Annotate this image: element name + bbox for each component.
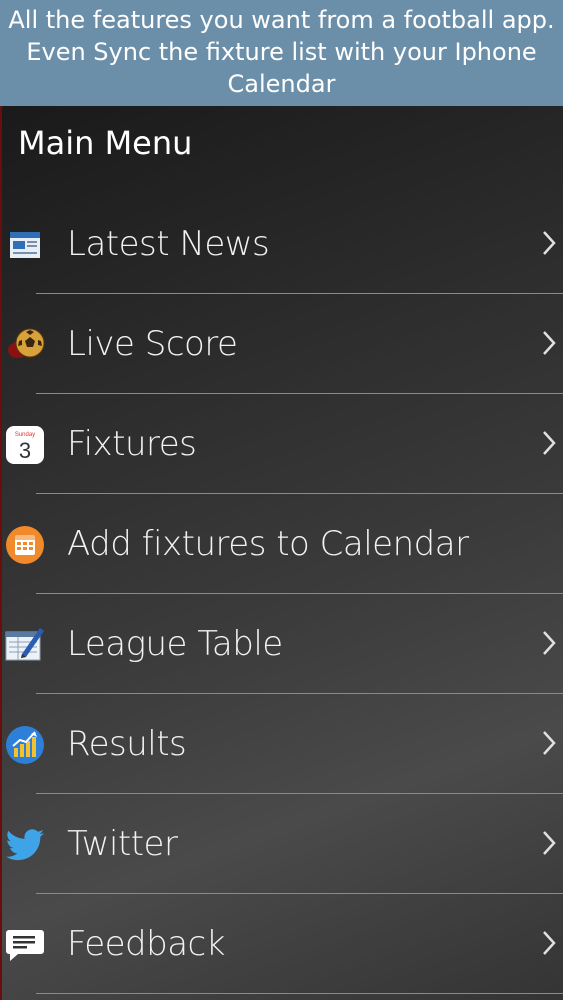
page-title: Main Menu — [18, 124, 193, 162]
chart-icon — [6, 726, 44, 764]
chevron-right-icon — [543, 731, 556, 755]
menu-item-label: League Table — [67, 624, 283, 664]
menu-item-add-fixtures-to-calendar[interactable]: Add fixtures to Calendar — [2, 494, 563, 594]
chevron-right-icon — [543, 231, 556, 255]
menu-item-live-score[interactable]: Live Score — [2, 294, 563, 394]
banner-line-2: Even Sync the fixture list with your Iph… — [26, 38, 537, 66]
menu-item-label: Latest News — [67, 224, 270, 264]
menu-item-twitter[interactable]: Twitter — [2, 794, 563, 894]
menu-item-results[interactable]: Results — [2, 694, 563, 794]
chevron-right-icon — [543, 331, 556, 355]
calendar-day-number: 3 — [19, 438, 31, 463]
menu-item-label: Fixtures — [67, 424, 197, 464]
menu-item-label: Add fixtures to Calendar — [67, 524, 469, 564]
main-menu-list: Latest News Live Score Sunday 3 Fixtures… — [2, 194, 563, 994]
menu-item-label: Feedback — [67, 924, 225, 964]
calendar-icon: Sunday 3 — [6, 426, 44, 464]
chevron-right-icon — [543, 631, 556, 655]
banner-line-3: Calendar — [227, 70, 336, 98]
promo-banner: All the features you want from a footbal… — [0, 0, 563, 106]
banner-line-1: All the features you want from a footbal… — [8, 6, 555, 34]
menu-item-label: Results — [67, 724, 187, 764]
football-icon — [8, 328, 45, 358]
menu-item-fixtures[interactable]: Sunday 3 Fixtures — [2, 394, 563, 494]
chevron-right-icon — [543, 931, 556, 955]
twitter-icon — [6, 829, 44, 861]
app-screen: Main Menu Latest News Live Score Sunday … — [0, 106, 563, 1000]
calendar-add-icon — [6, 526, 44, 564]
menu-item-latest-news[interactable]: Latest News — [2, 194, 563, 294]
newspaper-icon — [10, 232, 40, 258]
menu-item-label: Live Score — [67, 324, 238, 364]
menu-item-label: Twitter — [67, 824, 178, 864]
notepad-icon — [5, 628, 44, 661]
chevron-right-icon — [543, 831, 556, 855]
chevron-right-icon — [543, 431, 556, 455]
feedback-icon — [6, 930, 44, 961]
menu-item-feedback[interactable]: Feedback — [2, 894, 563, 994]
menu-item-league-table[interactable]: League Table — [2, 594, 563, 694]
